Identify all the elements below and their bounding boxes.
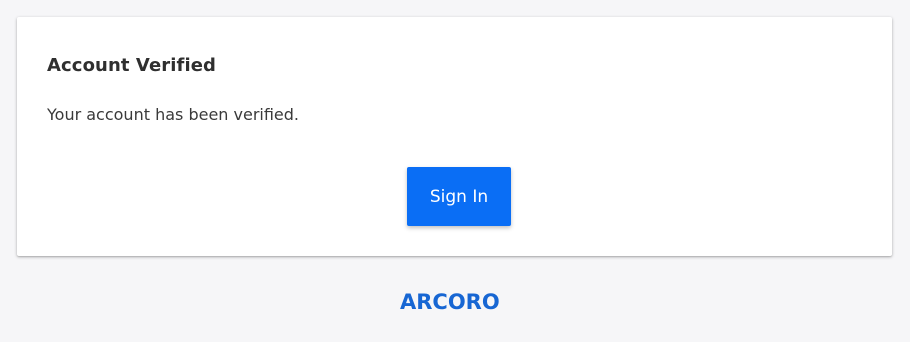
logo-text: ARCORO <box>400 290 500 314</box>
verification-card: Account Verified Your account has been v… <box>17 17 892 256</box>
arcoro-logo: ARCORO <box>400 290 512 314</box>
sign-in-button[interactable]: Sign In <box>407 167 511 226</box>
card-title: Account Verified <box>47 55 217 76</box>
verification-message: Your account has been verified. <box>47 105 300 124</box>
